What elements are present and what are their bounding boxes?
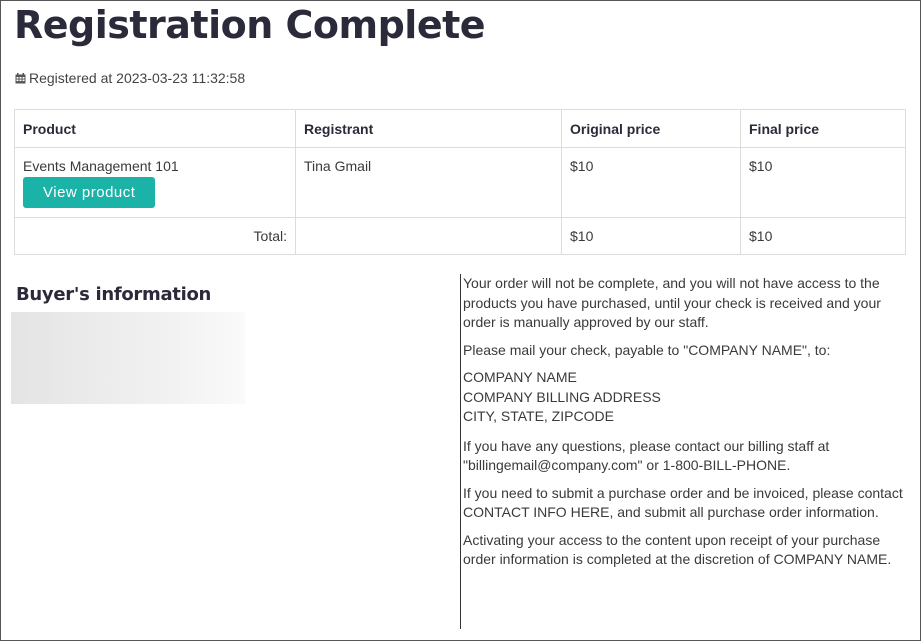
total-label: Total: — [14, 217, 296, 255]
total-row: Total: $10 $10 — [14, 217, 906, 255]
product-cell: Events Management 101 View product — [14, 147, 296, 218]
buyer-info-heading: Buyer's information — [16, 284, 212, 305]
table-header-row: Product Registrant Original price Final … — [14, 109, 906, 148]
header-product: Product — [14, 109, 296, 148]
product-name: Events Management 101 — [23, 158, 179, 174]
view-product-button[interactable]: View product — [23, 177, 156, 208]
page-frame: Registration Complete Registered at 2023… — [0, 0, 921, 641]
header-registrant: Registrant — [295, 109, 562, 148]
total-registrant-cell — [295, 217, 562, 255]
instructions-paragraph-5: Activating your access to the content up… — [463, 531, 892, 568]
page-title: Registration Complete — [14, 3, 486, 47]
instructions-paragraph-2: Please mail your check, payable to "COMP… — [463, 341, 831, 358]
address-line-2: COMPANY BILLING ADDRESS — [463, 388, 661, 405]
mailing-address: COMPANY NAME COMPANY BILLING ADDRESS CIT… — [463, 368, 912, 427]
header-original-price: Original price — [561, 109, 741, 148]
registered-timestamp: Registered at 2023-03-23 11:32:58 — [15, 70, 245, 86]
registered-text: Registered at 2023-03-23 11:32:58 — [29, 70, 246, 86]
instructions-paragraph-1: Your order will not be complete, and you… — [463, 275, 881, 330]
order-table: Product Registrant Original price Final … — [14, 109, 906, 255]
address-line-1: COMPANY NAME — [463, 369, 577, 385]
buyer-info-placeholder — [11, 312, 245, 404]
total-final-price: $10 — [740, 217, 906, 255]
calendar-icon — [15, 72, 26, 83]
registrant-cell: Tina Gmail — [295, 147, 562, 218]
final-price-cell: $10 — [740, 147, 906, 218]
payment-instructions: Your order will not be complete, and you… — [460, 274, 912, 629]
header-final-price: Final price — [740, 109, 906, 148]
instructions-paragraph-4: If you need to submit a purchase order a… — [463, 484, 903, 521]
table-row: Events Management 101 View product Tina … — [14, 147, 906, 218]
total-original-price: $10 — [561, 217, 741, 255]
original-price-cell: $10 — [561, 147, 741, 218]
instructions-paragraph-3: If you have any questions, please contac… — [463, 437, 830, 474]
address-line-3: CITY, STATE, ZIPCODE — [463, 408, 614, 424]
